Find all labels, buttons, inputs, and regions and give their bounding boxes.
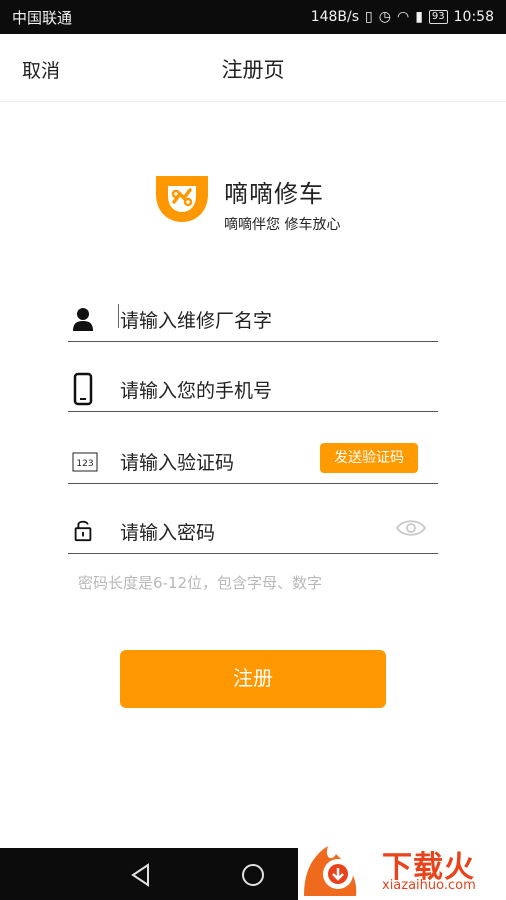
show-password-icon[interactable] — [396, 518, 426, 538]
text-caret — [118, 304, 119, 328]
send-code-button[interactable]: 发送验证码 — [320, 443, 418, 473]
vibrate-icon: ▯ — [365, 9, 373, 25]
password-hint: 密码长度是6-12位，包含字母、数字 — [78, 574, 323, 592]
phone-icon — [73, 372, 93, 406]
shop-name-field[interactable]: 请输入维修厂名字 — [68, 300, 438, 342]
brand-slogan: 嘀嘀伴您 修车放心 — [224, 217, 341, 233]
page-title: 注册页 — [221, 58, 285, 82]
shop-name-placeholder: 请输入维修厂名字 — [120, 310, 273, 332]
home-icon[interactable] — [240, 862, 266, 888]
lock-icon — [74, 520, 92, 542]
brand-name: 嘀嘀修车 — [224, 180, 324, 208]
status-indicators: 148B/s ▯ ◷ ◠ ▮ 93 10:58 — [311, 9, 494, 25]
back-icon[interactable] — [128, 862, 154, 888]
alarm-icon: ◷ — [378, 9, 391, 25]
svg-text:123: 123 — [76, 459, 93, 469]
status-bar: 中国联通 148B/s ▯ ◷ ◠ ▮ 93 10:58 — [0, 0, 506, 34]
register-button[interactable]: 注册 — [120, 650, 386, 708]
clock: 10:58 — [453, 9, 494, 25]
user-icon — [73, 308, 93, 331]
password-field[interactable]: 请输入密码 — [68, 512, 438, 554]
wifi-icon: ◠ — [396, 9, 410, 25]
phone-field[interactable]: 请输入您的手机号 — [68, 370, 438, 412]
network-speed: 148B/s — [310, 9, 360, 25]
carrier-label: 中国联通 — [12, 8, 73, 27]
phone-placeholder: 请输入您的手机号 — [120, 380, 273, 402]
signal-icon: ▮ — [415, 9, 423, 25]
watermark-domain: xiazaihuo.com — [382, 878, 476, 893]
verification-code-field[interactable]: 123 请输入验证码 发送验证码 — [68, 442, 438, 484]
brand-logo-icon — [156, 176, 208, 222]
numeric-keypad-icon: 123 — [72, 452, 98, 472]
verification-code-placeholder: 请输入验证码 — [120, 452, 235, 474]
battery-icon: 93 — [428, 10, 448, 24]
password-placeholder: 请输入密码 — [120, 522, 216, 544]
app-header: 取消 注册页 — [0, 34, 506, 102]
